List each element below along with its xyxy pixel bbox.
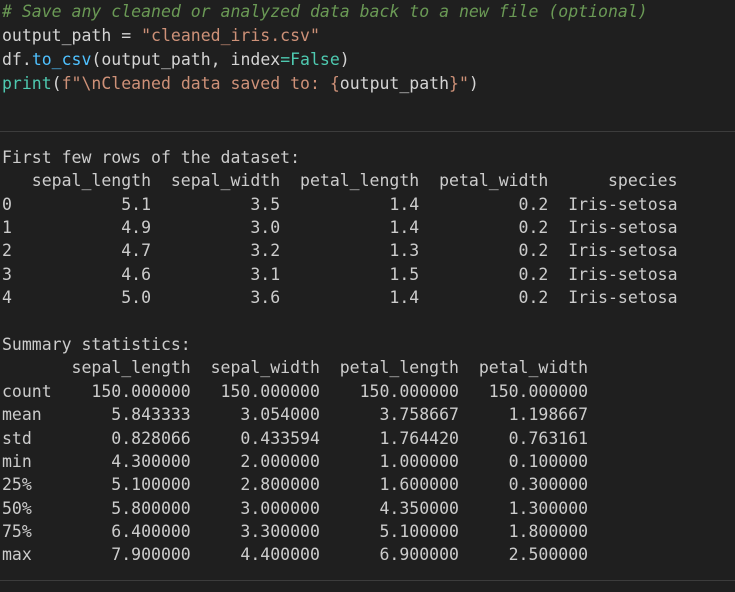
code-line-2: output_path = "cleaned_iris.csv" bbox=[2, 24, 320, 48]
table-row: 50% 5.800000 3.000000 4.350000 1.300000 bbox=[2, 499, 589, 518]
code-separator: , bbox=[210, 50, 231, 69]
table-row: 75% 6.400000 3.300000 5.100000 1.800000 bbox=[2, 522, 589, 541]
code-paren-open: ( bbox=[51, 74, 62, 93]
table-row: 0 5.1 3.5 1.4 0.2 Iris-setosa bbox=[2, 195, 678, 214]
code-operator: = bbox=[111, 26, 142, 45]
table-row: std 0.828066 0.433594 1.764420 0.763161 bbox=[2, 429, 589, 448]
code-method: to_csv bbox=[31, 50, 92, 69]
table-row: mean 5.843333 3.054000 3.758667 1.198667 bbox=[2, 405, 589, 424]
code-arg: output_path bbox=[101, 50, 211, 69]
code-string: "\nCleaned data saved to: bbox=[71, 74, 330, 93]
code-function: print bbox=[2, 74, 52, 93]
code-line-4: print(f"\nCleaned data saved to: {output… bbox=[2, 72, 479, 96]
next-cell-edge bbox=[0, 581, 735, 592]
code-fstring-prefix: f bbox=[61, 74, 72, 93]
code-line-1: # Save any cleaned or analyzed data back… bbox=[2, 0, 648, 24]
table-row: 1 4.9 3.0 1.4 0.2 Iris-setosa bbox=[2, 218, 678, 237]
code-variable: output_path bbox=[2, 26, 112, 45]
head-table-header: sepal_length sepal_width petal_length pe… bbox=[2, 171, 678, 190]
code-kwarg: index bbox=[230, 50, 281, 69]
notebook-view: # Save any cleaned or analyzed data back… bbox=[0, 0, 735, 592]
code-paren-open: ( bbox=[91, 50, 102, 69]
code-interpolation: output_path bbox=[339, 74, 450, 93]
code-equals: = bbox=[280, 50, 291, 69]
code-string: "cleaned_iris.csv" bbox=[141, 26, 320, 45]
stats-table-header: sepal_length sepal_width petal_length pe… bbox=[2, 358, 589, 377]
table-row: count 150.000000 150.000000 150.000000 1… bbox=[2, 382, 589, 401]
code-line-3: df.to_csv(output_path, index=False) bbox=[2, 48, 350, 72]
table-row: 3 4.6 3.1 1.5 0.2 Iris-setosa bbox=[2, 265, 678, 284]
code-string: " bbox=[458, 74, 469, 93]
code-paren-close: ) bbox=[468, 74, 479, 93]
table-row: 2 4.7 3.2 1.3 0.2 Iris-setosa bbox=[2, 241, 678, 260]
code-object: df bbox=[2, 50, 22, 69]
output-heading-head: First few rows of the dataset: bbox=[2, 148, 301, 167]
code-brace: } bbox=[449, 74, 459, 93]
code-paren-close: ) bbox=[339, 50, 350, 69]
table-row: max 7.900000 4.400000 6.900000 2.500000 bbox=[2, 545, 589, 564]
table-row: min 4.300000 2.000000 1.000000 0.100000 bbox=[2, 452, 589, 471]
code-comment: # Save any cleaned or analyzed data back… bbox=[2, 2, 648, 21]
output-heading-summary: Summary statistics: bbox=[2, 335, 191, 354]
code-cell[interactable]: # Save any cleaned or analyzed data back… bbox=[0, 0, 735, 131]
code-brace: { bbox=[329, 74, 340, 93]
code-constant: False bbox=[290, 50, 340, 69]
table-row: 25% 5.100000 2.800000 1.600000 0.300000 bbox=[2, 475, 589, 494]
cell-divider bbox=[0, 131, 735, 132]
table-row: 4 5.0 3.6 1.4 0.2 Iris-setosa bbox=[2, 288, 678, 307]
code-dot: . bbox=[21, 50, 32, 69]
